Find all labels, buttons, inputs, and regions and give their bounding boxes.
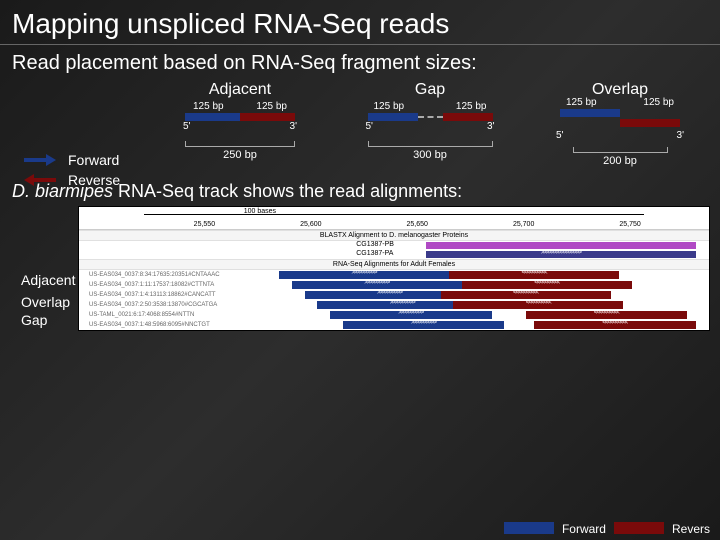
track-subhead-rnaseq: RNA-Seq Alignments for Adult Females [79, 259, 709, 270]
alignment-row: Gap US-TAML_0021:6:17:4068:8554#NTTN >>>… [89, 310, 709, 320]
diagram-overlap: Overlap 125 bp 125 bp 5' 3' 200 bp [530, 81, 710, 167]
forward-swatch [504, 522, 554, 534]
track-subhead-blastx: BLASTX Alignment to D. melanogaster Prot… [79, 230, 709, 241]
ruler-tick: 25,650 [407, 221, 428, 228]
read-id: US-TAML_0021:6:17:4068:8554#NTTN [89, 312, 269, 318]
five-prime-label: 5' [366, 121, 373, 132]
read-id: US-EAS034_0037:8:34:17635:20351#CNTAAAC [89, 272, 269, 278]
adjacent-total: 250 bp [150, 149, 330, 161]
diagram-gap: Gap 125 bp5' 125 bp3' 300 bp [340, 81, 520, 167]
row-label-overlap: Overlap [21, 294, 70, 310]
three-prime-label: 3' [487, 121, 494, 132]
genome-browser-panel: 100 bases 25,550 25,600 25,650 25,700 25… [78, 206, 710, 331]
bottom-legend-forward: Forward [562, 522, 606, 536]
legend-reverse: Reverse [0, 172, 120, 188]
ruler-tick: 25,750 [619, 221, 640, 228]
ruler-tick: 25,600 [300, 221, 321, 228]
gene-label: CG1387-PA [356, 250, 393, 257]
row-label-adjacent: Adjacent [21, 272, 75, 288]
arrow-right-icon [24, 154, 56, 166]
bottom-legend-reverse: Revers [672, 522, 710, 536]
overlap-title: Overlap [530, 81, 710, 99]
reverse-swatch [614, 522, 664, 534]
slide-subtitle: Read placement based on RNA-Seq fragment… [0, 45, 720, 75]
overlap-fwd-size: 125 bp [566, 97, 597, 108]
diagram-adjacent: Adjacent 125 bp5' 125 bp3' 250 bp [150, 81, 330, 167]
bottom-legend: Forward Revers [504, 522, 710, 536]
overlap-total: 200 bp [530, 155, 710, 167]
alignment-row: US-EAS034_0037:1:11:17537:18082#CTTNTA >… [89, 280, 709, 290]
read-id: US-EAS034_0037:1:48:5968:6095#NNCTGT [89, 322, 269, 328]
legend-forward: Forward [0, 152, 120, 168]
five-prime-label: 5' [183, 121, 190, 132]
legend-reverse-label: Reverse [68, 172, 120, 188]
gap-title: Gap [340, 81, 520, 99]
three-prime-label: 3' [290, 121, 297, 132]
gap-total: 300 bp [340, 149, 520, 161]
three-prime-label: 3' [677, 130, 684, 141]
alignment-row: Overlap US-EAS034_0037:1:4:13113:18862#C… [89, 290, 709, 300]
read-id: US-EAS034_0037:2:50:3538:13870#CGCATGA [89, 302, 269, 308]
legend-forward-label: Forward [68, 152, 119, 168]
section2-rest: RNA-Seq track shows the read alignments: [113, 181, 462, 201]
overlap-rev-size: 125 bp [643, 97, 674, 108]
arrow-left-icon [24, 174, 56, 186]
five-prime-label: 5' [556, 130, 563, 141]
ruler: 100 bases [81, 209, 707, 219]
alignment-row: US-EAS034_0037:1:48:5968:6095#NNCTGT >>>… [89, 320, 709, 330]
read-id: US-EAS034_0037:1:11:17537:18082#CTTNTA [89, 282, 269, 288]
gap-rev-size: 125 bp [456, 101, 487, 112]
alignment-row: Adjacent US-EAS034_0037:8:34:17635:20351… [89, 270, 709, 280]
adjacent-title: Adjacent [150, 81, 330, 99]
adjacent-fwd-size: 125 bp [193, 101, 224, 112]
read-id: US-EAS034_0037:1:4:13113:18862#CANCATT [89, 292, 269, 298]
ruler-tick: 25,550 [194, 221, 215, 228]
alignment-row: US-EAS034_0037:2:50:3538:13870#CGCATGA >… [89, 300, 709, 310]
row-label-gap: Gap [21, 312, 47, 328]
slide-title: Mapping unspliced RNA-Seq reads [0, 0, 720, 45]
adjacent-rev-size: 125 bp [256, 101, 287, 112]
gap-fwd-size: 125 bp [374, 101, 405, 112]
ruler-tick: 25,700 [513, 221, 534, 228]
gene-label: CG1387-PB [356, 241, 394, 248]
